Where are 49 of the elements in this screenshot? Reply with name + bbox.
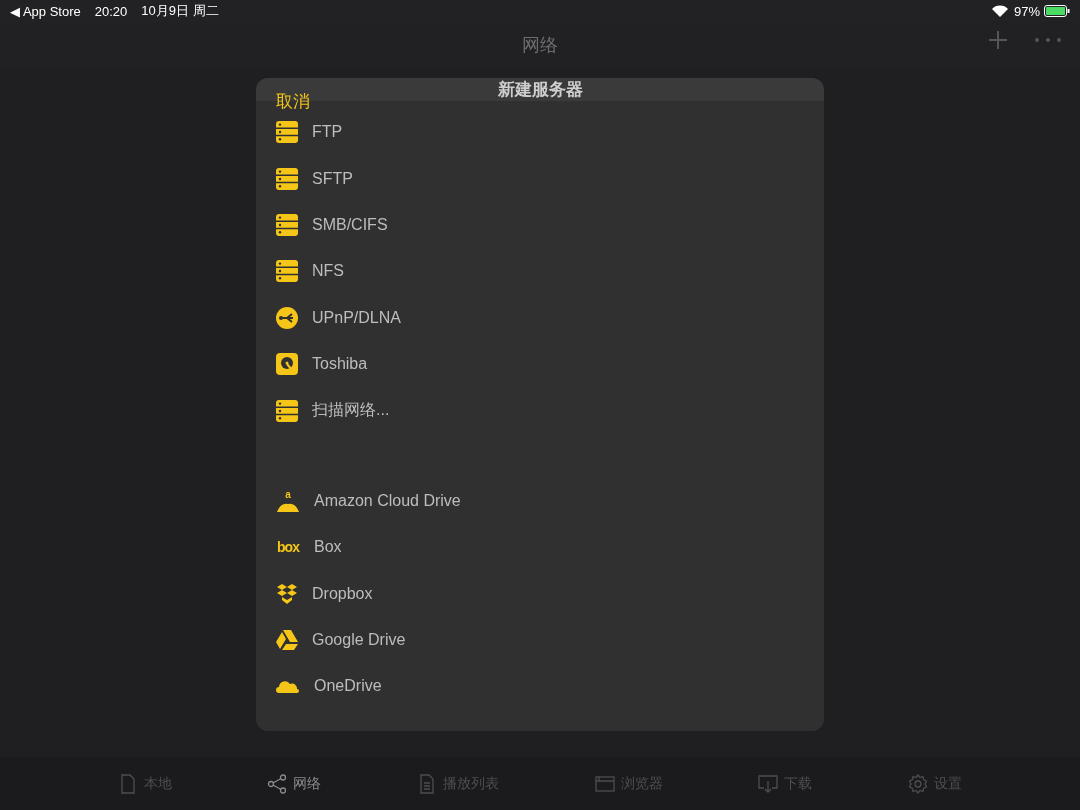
- server-type-item[interactable]: OneDrive: [256, 663, 824, 710]
- network-icon: [276, 306, 298, 329]
- item-label: Box: [314, 538, 342, 557]
- server-type-item[interactable]: NFS: [256, 248, 824, 295]
- item-label: OneDrive: [314, 677, 382, 696]
- status-date: 10月9日 周二: [141, 2, 219, 20]
- download-icon: [758, 773, 779, 794]
- dropbox-icon: [276, 583, 298, 604]
- box-logo: box: [277, 539, 299, 556]
- amazon-logo: a: [276, 488, 300, 513]
- nav-title: 网络: [522, 33, 558, 57]
- item-label: 扫描网络...: [312, 400, 390, 421]
- item-label: UPnP/DLNA: [312, 308, 401, 327]
- item-label: NFS: [312, 262, 344, 281]
- server-icon: [276, 399, 298, 422]
- server-icon: [276, 260, 298, 283]
- server-type-item[interactable]: Google Drive: [256, 616, 824, 664]
- share-icon: [267, 773, 288, 794]
- triangle-drive-icon: [276, 630, 298, 651]
- browser-icon: [594, 773, 615, 794]
- item-label: SMB/CIFS: [312, 215, 388, 234]
- item-label: FTP: [312, 123, 343, 142]
- item-label: Amazon Cloud Drive: [314, 491, 461, 510]
- item-label: Toshiba: [312, 355, 368, 374]
- item-label: SFTP: [312, 169, 353, 188]
- server-type-item[interactable]: Toshiba: [256, 340, 824, 388]
- tab-item[interactable]: 网络: [267, 773, 322, 794]
- status-time: 20:20: [94, 3, 128, 19]
- server-icon: [276, 121, 298, 144]
- cloud-icon: [276, 679, 300, 694]
- server-type-item[interactable]: 扫描网络...: [256, 387, 824, 434]
- back-to-app-link[interactable]: ◀ App Store: [10, 3, 81, 19]
- more-icon[interactable]: [1034, 37, 1062, 43]
- server-type-item[interactable]: SFTP: [256, 155, 824, 202]
- server-type-item[interactable]: a Amazon Cloud Drive: [256, 477, 824, 525]
- wifi-icon: [991, 5, 1008, 17]
- server-type-item[interactable]: UPnP/DLNA: [256, 294, 824, 341]
- server-type-item[interactable]: Dropbox: [256, 570, 824, 617]
- battery-icon: [1044, 5, 1070, 17]
- battery-percent: 97%: [1013, 3, 1040, 19]
- add-icon[interactable]: [988, 30, 1008, 50]
- item-label: Google Drive: [312, 631, 406, 650]
- server-type-item[interactable]: SMB/CIFS: [256, 201, 824, 249]
- dialog-title: 新建服务器: [497, 79, 583, 101]
- server-icon: [276, 213, 298, 236]
- server-type-item[interactable]: box Box: [256, 524, 824, 571]
- server-icon: [276, 167, 298, 190]
- settings-icon: [908, 773, 929, 794]
- item-label: Dropbox: [312, 584, 373, 603]
